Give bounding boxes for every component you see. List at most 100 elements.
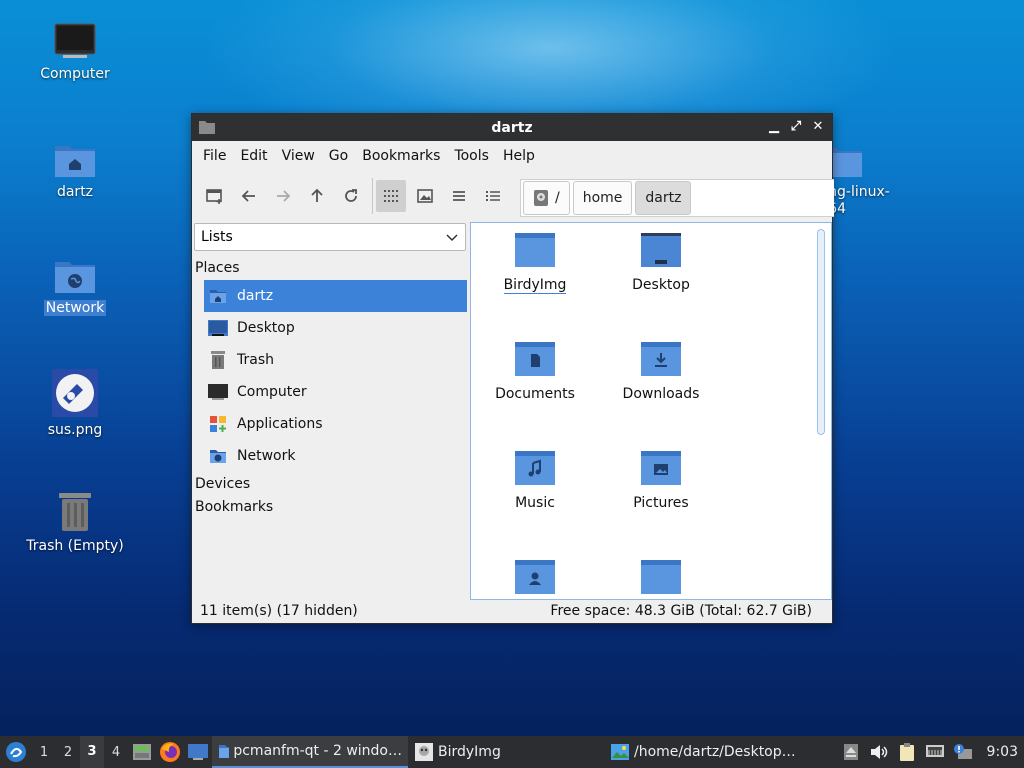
file-item-music[interactable]: Music [473,449,597,511]
sidebar-item-applications[interactable]: Applications [204,408,467,440]
section-devices[interactable]: Devices [195,476,250,492]
sidebar-item-computer[interactable]: Computer [204,376,467,408]
workspace-1[interactable]: 1 [32,745,56,760]
file-manager-launcher[interactable] [128,736,156,768]
network-tray-button[interactable] [921,736,949,768]
sidebar-item-network[interactable]: Network [204,440,467,472]
task-birdyimg[interactable]: BirdyImg [408,736,604,768]
path-bar: / home dartz [520,179,834,217]
path-crumb-dartz[interactable]: dartz [635,181,692,215]
menu-file[interactable]: File [196,148,233,164]
file-item-downloads[interactable]: Downloads [599,340,723,402]
sidebar-item-label: Network [237,448,296,464]
path-root-label: / [555,190,560,206]
file-item-name: Desktop [632,277,690,293]
menu-tools[interactable]: Tools [447,148,496,164]
folder-icon [219,745,230,758]
sidebar-item-trash[interactable]: Trash [204,344,467,376]
file-item-public[interactable] [473,558,597,599]
desktop-icon-trash[interactable]: Trash (Empty) [20,490,130,554]
file-item-folder[interactable] [599,558,723,599]
show-desktop-icon [188,744,208,760]
up-button[interactable] [302,180,332,212]
sidebar-item-desktop[interactable]: Desktop [204,312,467,344]
eject-icon [843,744,858,760]
file-item-pictures[interactable]: Pictures [599,449,723,511]
reload-button[interactable] [336,180,366,212]
file-item-desktop[interactable]: Desktop [599,231,723,293]
minimize-button[interactable]: ▁ [766,118,782,136]
menu-view[interactable]: View [275,148,322,164]
trash-icon [208,350,228,370]
section-places[interactable]: Places [195,260,240,276]
sidebar-item-label: Applications [237,416,323,432]
firefox-launcher[interactable] [156,736,184,768]
path-crumb-home[interactable]: home [572,181,633,215]
menu-help[interactable]: Help [496,148,542,164]
back-button[interactable] [234,180,264,212]
clock[interactable]: 9:03 [977,744,1024,760]
menu-edit[interactable]: Edit [233,148,274,164]
desktop-icon-sus-png[interactable]: sus.png [20,368,130,438]
menu-go[interactable]: Go [322,148,355,164]
section-bookmarks[interactable]: Bookmarks [195,499,273,515]
menu-bookmarks[interactable]: Bookmarks [355,148,447,164]
file-item-documents[interactable]: Documents [473,340,597,402]
sidebar-item-dartz[interactable]: dartz [204,280,467,312]
notification-icon [953,744,972,759]
arrow-up-icon [311,188,323,202]
start-menu-button[interactable] [0,736,32,768]
toolbar: / home dartz [192,171,834,221]
vertical-scrollbar[interactable] [817,229,825,435]
desktop-icon-dartz[interactable]: dartz [20,140,130,200]
image-view-icon [417,189,433,203]
task-pcmanfm[interactable]: pcmanfm-qt - 2 windo… [212,736,408,768]
window-titlebar[interactable]: dartz ▁ ⤢ ✕ [192,114,832,141]
volume-icon [870,745,887,759]
forward-button[interactable] [268,180,298,212]
drive-icon [534,190,548,206]
home-folder-icon [208,286,228,306]
new-tab-icon [206,189,222,204]
icon-view-button[interactable] [376,180,406,212]
path-root-button[interactable]: / [523,181,570,215]
file-item-birdyimg[interactable]: BirdyImg [473,231,597,294]
arrow-left-icon [241,190,255,202]
workspace-3[interactable]: 3 [80,736,104,768]
close-button[interactable]: ✕ [810,118,826,136]
home-folder-icon [55,146,95,177]
image-file-icon [52,369,98,417]
volume-button[interactable] [865,736,893,768]
trash-icon [59,493,91,531]
public-folder-icon [515,560,555,594]
documents-folder-icon [515,342,555,376]
detailed-view-button[interactable] [478,180,508,212]
side-pane-mode-select[interactable]: Lists [194,223,466,251]
folder-icon [641,560,681,594]
thumbnail-view-button[interactable] [410,180,440,212]
desktop-icon-computer[interactable]: Computer [20,22,130,82]
pictures-folder-icon [641,451,681,485]
folder-icon [515,233,555,267]
image-icon [611,744,629,760]
firefox-icon [160,742,180,762]
sidebar-item-label: Computer [237,384,307,400]
notification-button[interactable] [949,736,977,768]
maximize-button[interactable]: ⤢ [788,118,804,136]
clipboard-button[interactable] [893,736,921,768]
network-icon [208,446,228,466]
desktop-icon-label: Network [43,300,107,316]
task-label: pcmanfm-qt - 2 windo… [233,743,402,759]
desktop-icon-label: dartz [56,184,94,200]
compact-view-button[interactable] [444,180,474,212]
file-view: BirdyImg Desktop Documents Downloads Mus… [470,222,832,600]
eject-button[interactable] [837,736,865,768]
workspace-4[interactable]: 4 [104,745,128,760]
workspace-2[interactable]: 2 [56,745,80,760]
task-desktop-image[interactable]: /home/dartz/Desktop… [604,736,816,768]
image-viewer-icon [415,743,433,761]
folder-icon [199,121,215,134]
desktop-launcher[interactable] [184,736,212,768]
new-tab-button[interactable] [200,180,230,212]
desktop-icon-network[interactable]: Network [20,256,130,316]
